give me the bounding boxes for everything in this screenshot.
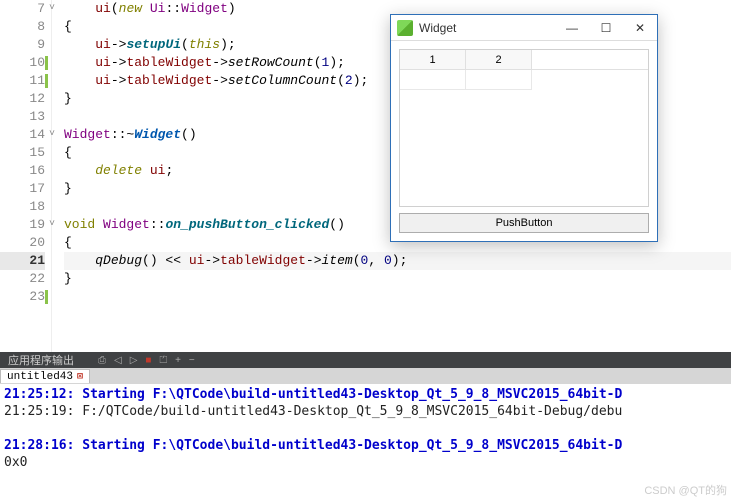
output-tab-bar: untitled43 ⊠ <box>0 368 731 384</box>
output-pane[interactable]: 21:25:12: Starting F:\QTCode\build-untit… <box>0 384 731 473</box>
fold-icon[interactable]: ˅ <box>49 0 55 18</box>
close-icon[interactable]: ⊠ <box>77 371 83 383</box>
window-title: Widget <box>419 21 555 35</box>
minus-icon[interactable]: − <box>189 355 195 366</box>
plus-icon[interactable]: + <box>175 355 181 366</box>
filter-icon[interactable]: ⎙ <box>98 355 106 366</box>
close-icon[interactable]: ✕ <box>623 15 657 41</box>
tab-label: untitled43 <box>7 371 73 383</box>
table-header[interactable]: 1 <box>400 50 466 69</box>
prev-icon[interactable]: ◁ <box>114 355 122 366</box>
attach-icon[interactable]: ⏍ <box>159 355 167 366</box>
output-line: 21:28:16: Starting F:\QTCode\build-untit… <box>4 437 727 454</box>
table-cell[interactable] <box>466 70 532 90</box>
panel-title: 应用程序输出 <box>0 352 82 368</box>
output-line: 0x0 <box>4 454 727 471</box>
fold-icon[interactable]: ˅ <box>49 216 55 234</box>
maximize-icon[interactable]: ☐ <box>589 15 623 41</box>
table-header[interactable]: 2 <box>466 50 532 69</box>
minimize-icon[interactable]: — <box>555 15 589 41</box>
stop-icon[interactable]: ■ <box>145 355 151 366</box>
output-tab[interactable]: untitled43 ⊠ <box>0 369 90 383</box>
qt-icon <box>397 20 413 36</box>
play-icon[interactable]: ▷ <box>130 355 138 366</box>
output-line: 21:25:12: Starting F:\QTCode\build-untit… <box>4 386 727 403</box>
output-panel-header: 应用程序输出 ⎙ ◁ ▷ ■ ⏍ + − <box>0 352 731 368</box>
line-gutter: 7˅ 8 9 10 11 12 13 14˅ 15 16 17 18 19˅ 2… <box>0 0 52 352</box>
table-row <box>400 70 648 90</box>
fold-icon[interactable]: ˅ <box>49 126 55 144</box>
watermark: CSDN @QT的狗 <box>644 482 727 498</box>
table-cell[interactable] <box>400 70 466 90</box>
table-widget[interactable]: 1 2 <box>399 49 649 207</box>
panel-toolbar: ⎙ ◁ ▷ ■ ⏍ + − <box>90 355 203 366</box>
window-titlebar[interactable]: Widget — ☐ ✕ <box>391 15 657 41</box>
qt-app-window[interactable]: Widget — ☐ ✕ 1 2 PushButton <box>390 14 658 242</box>
output-line: 21:25:19: F:/QTCode/build-untitled43-Des… <box>4 403 727 420</box>
push-button[interactable]: PushButton <box>399 213 649 233</box>
